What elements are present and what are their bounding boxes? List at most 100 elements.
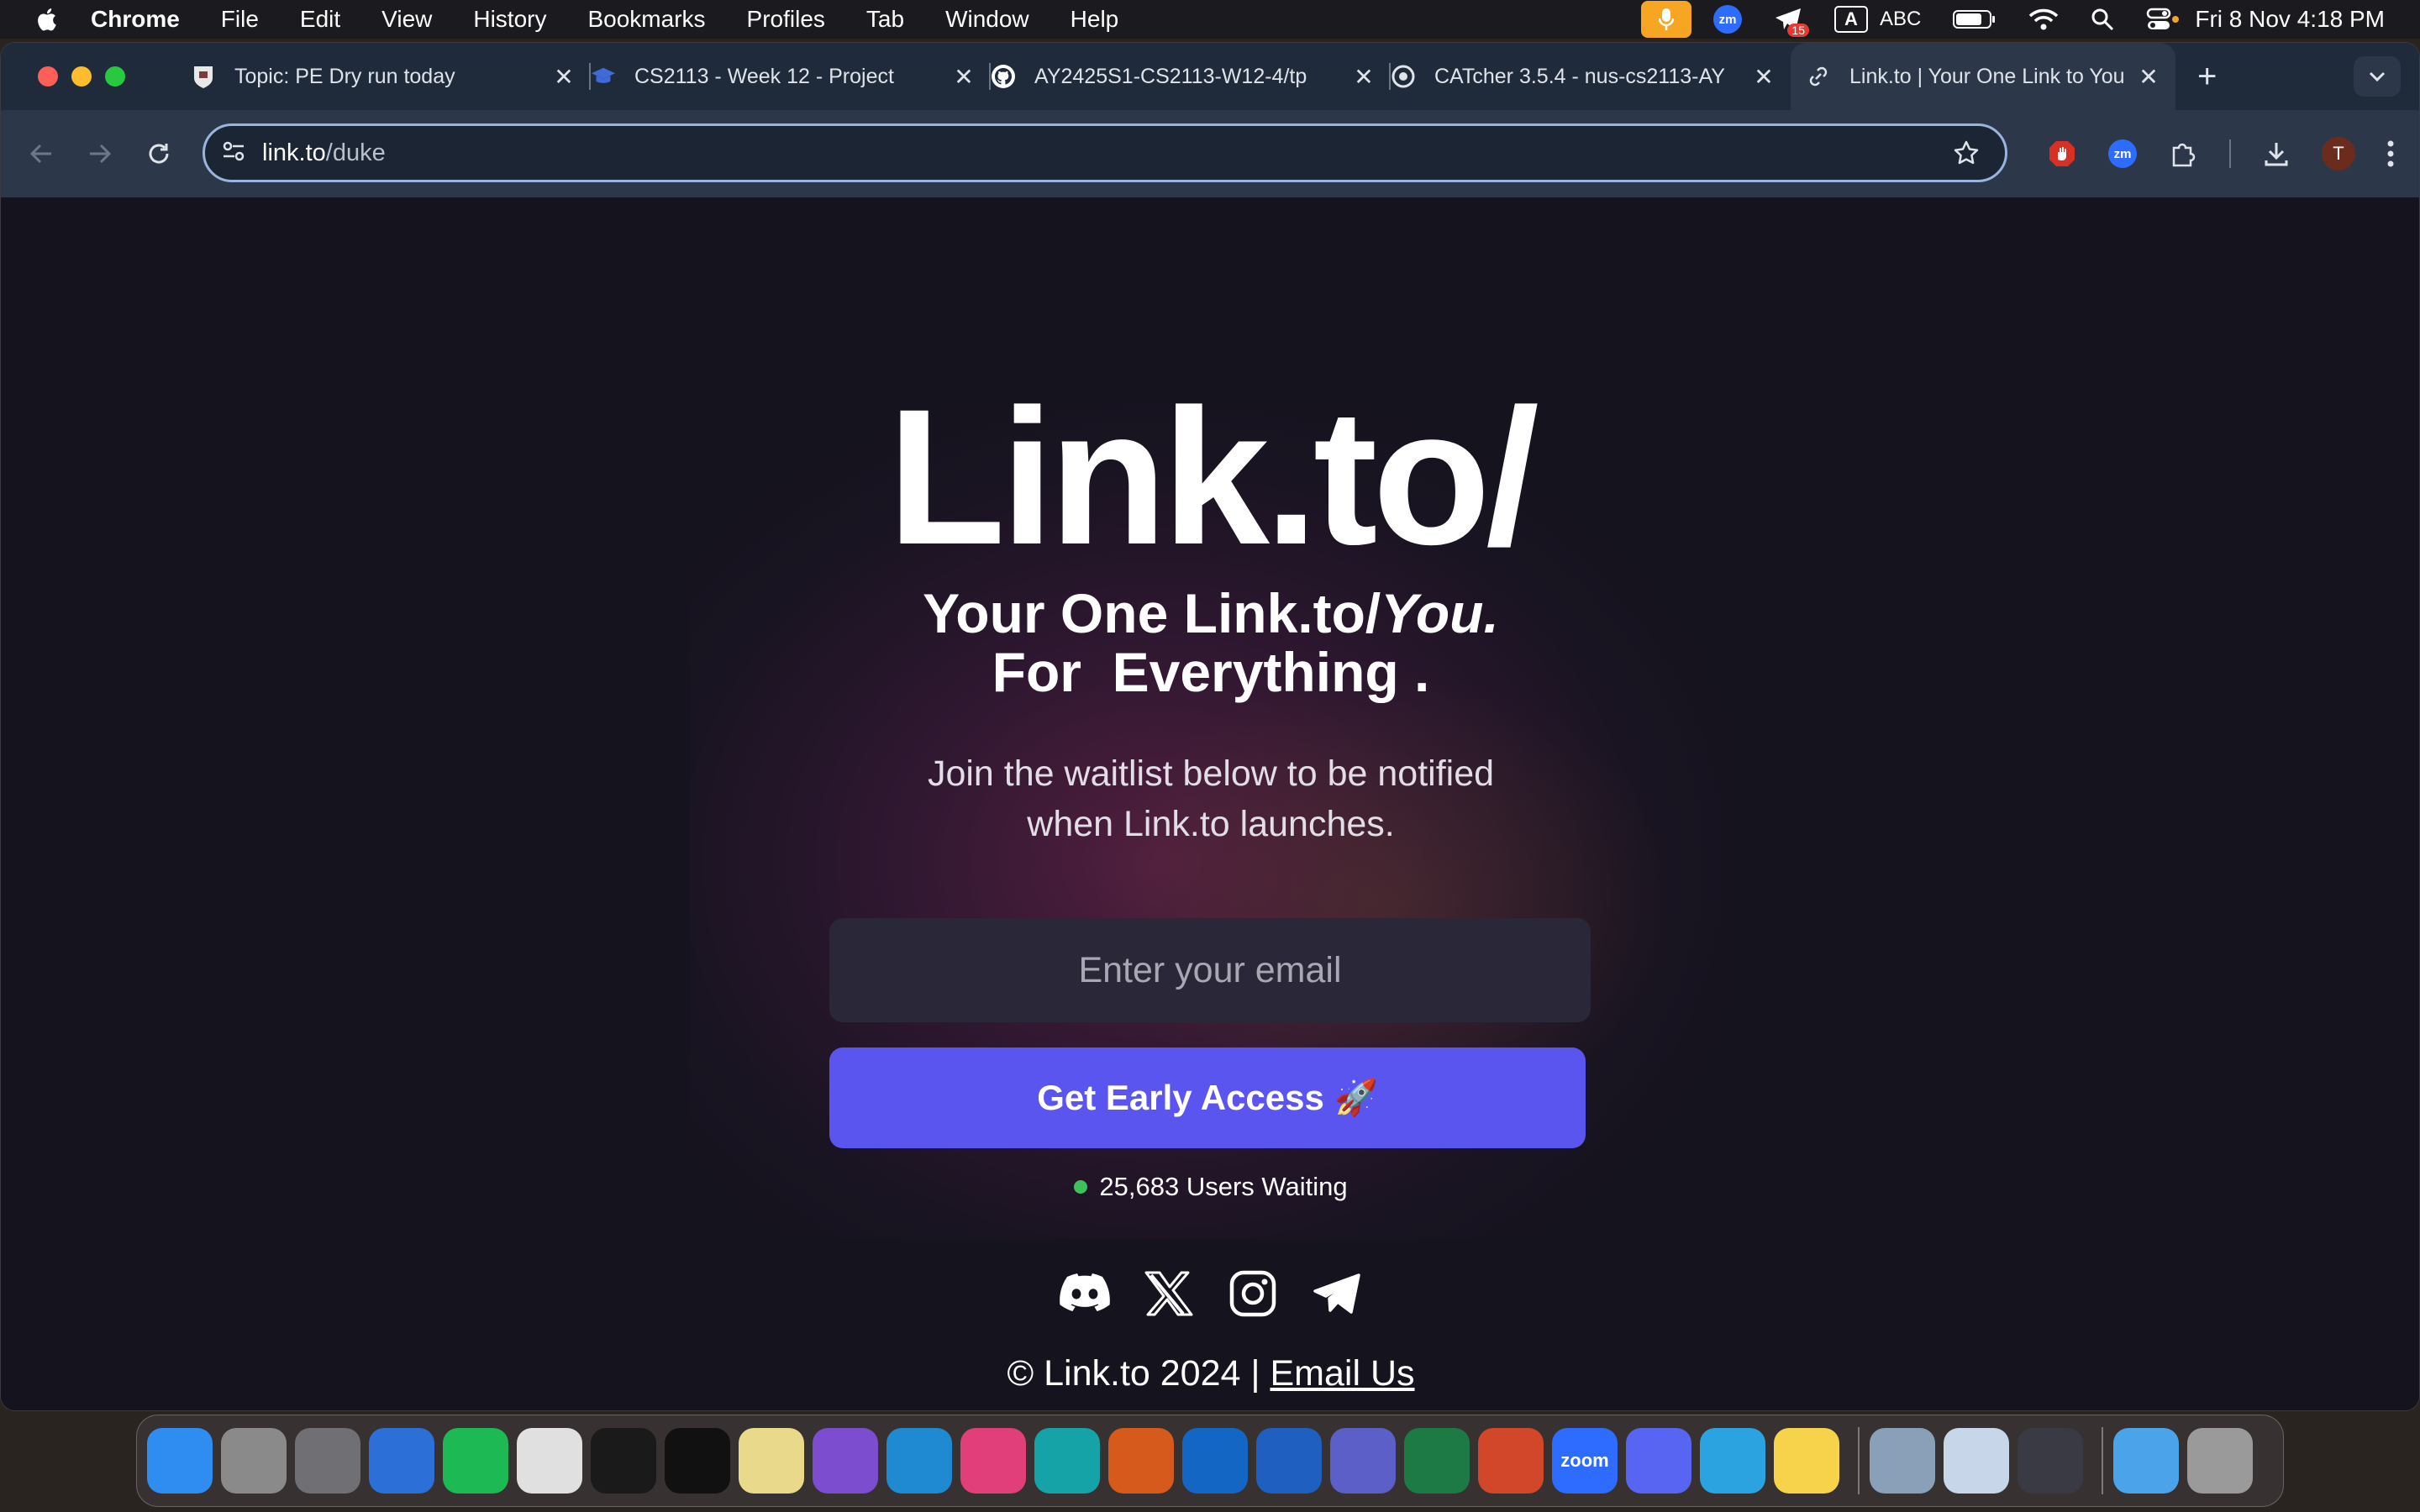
subtitle-line-2: when Link.to launches.: [1027, 804, 1395, 844]
reload-button[interactable]: [142, 137, 176, 171]
dock-divider: [1858, 1427, 1860, 1494]
menu-history[interactable]: History: [473, 6, 546, 33]
macos-dock: zoom: [136, 1415, 2284, 1507]
url-path: /duke: [325, 139, 386, 166]
dock-app-vs-code-icon[interactable]: [886, 1428, 952, 1494]
dock-app-powerpoint-icon[interactable]: [1478, 1428, 1544, 1494]
zoom-status-icon[interactable]: zm: [1713, 5, 1742, 34]
minimize-window-button[interactable]: [71, 66, 92, 87]
dock-app-word-icon[interactable]: [1256, 1428, 1322, 1494]
dock-app-chrome-icon[interactable]: [517, 1428, 582, 1494]
zoom-extension-icon[interactable]: zm: [2108, 139, 2137, 168]
graduation-cap-icon: [591, 64, 616, 89]
tab-cs2113-week12[interactable]: CS2113 - Week 12 - Project ✕: [591, 43, 991, 110]
dock-app-downloads-folder-icon[interactable]: [2113, 1428, 2179, 1494]
menu-bookmarks[interactable]: Bookmarks: [587, 6, 705, 33]
close-tab-icon[interactable]: ✕: [947, 63, 981, 91]
spotlight-search-icon[interactable]: [2091, 8, 2114, 31]
control-center-icon[interactable]: [2146, 8, 2180, 31]
dock-app-quicktime-icon[interactable]: [2018, 1428, 2083, 1494]
instagram-icon[interactable]: [1223, 1264, 1282, 1323]
dock-app-discord-icon[interactable]: [1626, 1428, 1691, 1494]
tagline-line-1: Your One Link.to/You.: [1, 584, 2419, 643]
forward-button[interactable]: [83, 137, 117, 171]
dock-app-trash-icon[interactable]: [2187, 1428, 2253, 1494]
dock-app-visual-studio-icon[interactable]: [813, 1428, 878, 1494]
menu-edit[interactable]: Edit: [300, 6, 340, 33]
subtitle-line-1: Join the waitlist below to be notified: [927, 753, 1495, 794]
dock-app-bitwarden-icon[interactable]: [369, 1428, 434, 1494]
footer-copyright: © Link.to 2024 |: [1007, 1353, 1260, 1394]
telegram-icon[interactable]: [1307, 1264, 1366, 1323]
tab-github-tp[interactable]: AY2425S1-CS2113-W12-4/tp ✕: [991, 43, 1391, 110]
dock-app-intellij-idea-icon[interactable]: [960, 1428, 1026, 1494]
wifi-icon[interactable]: [2028, 8, 2059, 31]
dock-app-terminal-icon[interactable]: [591, 1428, 656, 1494]
menu-profiles[interactable]: Profiles: [747, 6, 825, 33]
tab-title: Topic: PE Dry run today: [234, 64, 455, 88]
menu-clock[interactable]: Fri 8 Nov 4:18 PM: [2195, 6, 2385, 33]
adblock-extension-icon[interactable]: [2048, 139, 2076, 168]
tab-pe-dry-run[interactable]: Topic: PE Dry run today ✕: [191, 43, 591, 110]
battery-icon[interactable]: [1953, 9, 1996, 29]
menu-view[interactable]: View: [381, 6, 432, 33]
tab-search-button[interactable]: [2354, 56, 2401, 97]
email-us-link[interactable]: Email Us: [1270, 1353, 1414, 1394]
get-early-access-button[interactable]: Get Early Access 🚀: [829, 1047, 1586, 1148]
close-window-button[interactable]: [38, 66, 58, 87]
tagline-line-2: For Everything .: [992, 641, 1430, 703]
dock-app-iterm-icon[interactable]: [665, 1428, 730, 1494]
x-icon[interactable]: [1139, 1264, 1198, 1323]
toolbar-divider: [2229, 139, 2231, 168]
dock-app-arduino-icon[interactable]: [1034, 1428, 1100, 1494]
discord-icon[interactable]: [1055, 1264, 1114, 1323]
extensions-area: zm T: [2048, 110, 2419, 197]
menu-app-name[interactable]: Chrome: [91, 6, 180, 33]
kebab-menu-icon[interactable]: [2387, 140, 2394, 167]
zoom-window-button[interactable]: [105, 66, 125, 87]
close-tab-icon[interactable]: ✕: [1347, 63, 1381, 91]
dock-app-matlab-icon[interactable]: [1108, 1428, 1174, 1494]
input-source-badge[interactable]: A: [1834, 6, 1868, 33]
profile-avatar[interactable]: T: [2322, 137, 2355, 171]
menu-window[interactable]: Window: [945, 6, 1029, 33]
download-icon[interactable]: [2263, 140, 2290, 167]
dock-app-finder-icon[interactable]: [147, 1428, 213, 1494]
telegram-status-icon[interactable]: 15: [1774, 7, 1809, 37]
address-bar[interactable]: link.to/duke: [203, 123, 2007, 182]
dock-app-telegram-icon[interactable]: [1700, 1428, 1765, 1494]
input-source-label[interactable]: ABC: [1880, 8, 1921, 31]
dock-app-launchpad-icon[interactable]: [221, 1428, 287, 1494]
dock-divider: [2102, 1427, 2103, 1494]
url-text[interactable]: link.to/duke: [262, 139, 386, 167]
dock-app-screen-saver-icon[interactable]: [1944, 1428, 2009, 1494]
dock-app-python-icon[interactable]: [739, 1428, 804, 1494]
waitlist-count-text: 25,683 Users Waiting: [1099, 1172, 1348, 1201]
apple-icon[interactable]: [35, 7, 57, 32]
menu-file[interactable]: File: [221, 6, 259, 33]
new-tab-button[interactable]: +: [2197, 58, 2217, 96]
dock-app-preview-icon[interactable]: [1870, 1428, 1935, 1494]
close-tab-icon[interactable]: ✕: [1747, 63, 1781, 91]
dock-app-outlook-icon[interactable]: [1182, 1428, 1248, 1494]
waitlist-counter: 25,683 Users Waiting: [1, 1172, 2419, 1202]
menu-help[interactable]: Help: [1071, 6, 1119, 33]
close-tab-icon[interactable]: ✕: [547, 63, 581, 91]
menu-bar: Chrome File Edit View History Bookmarks …: [0, 0, 2420, 39]
microphone-icon[interactable]: [1641, 1, 1691, 38]
dock-app-spotify-icon[interactable]: [443, 1428, 508, 1494]
dock-app-excel-icon[interactable]: [1404, 1428, 1470, 1494]
dock-app-system-settings-icon[interactable]: [295, 1428, 360, 1494]
dock-app-teams-icon[interactable]: [1330, 1428, 1396, 1494]
back-button[interactable]: [24, 137, 58, 171]
tab-link-to[interactable]: Link.to | Your One Link to You ✕: [1791, 43, 2175, 110]
bookmark-star-icon[interactable]: [1953, 139, 1980, 171]
site-info-icon[interactable]: [222, 139, 245, 167]
puzzle-extensions-icon[interactable]: [2169, 139, 2197, 168]
dock-app-zoom-icon[interactable]: zoom: [1552, 1428, 1618, 1494]
dock-app-notes-icon[interactable]: [1774, 1428, 1839, 1494]
menu-tab[interactable]: Tab: [866, 6, 904, 33]
email-input[interactable]: Enter your email: [829, 918, 1591, 1022]
close-tab-icon[interactable]: ✕: [2132, 63, 2165, 91]
tab-catcher[interactable]: CATcher 3.5.4 - nus-cs2113-AY ✕: [1391, 43, 1791, 110]
